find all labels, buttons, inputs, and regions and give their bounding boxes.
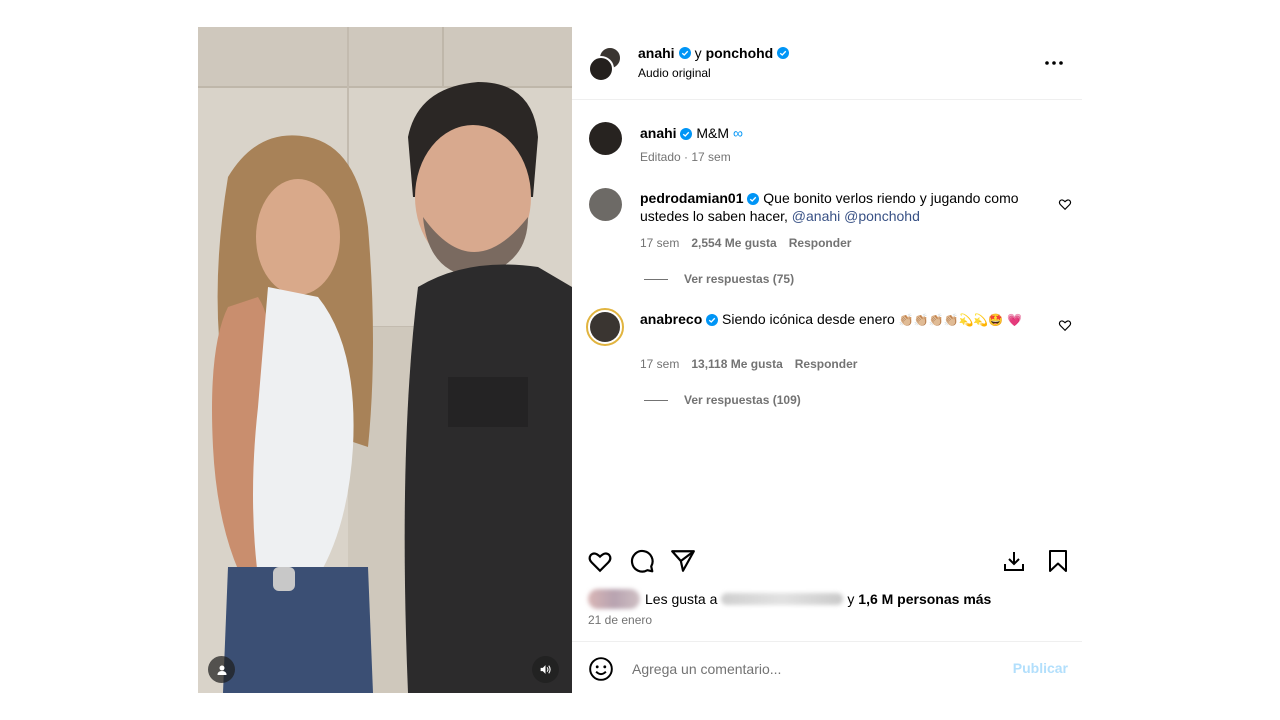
download-button[interactable] (1000, 547, 1028, 575)
emoji-picker-icon[interactable] (588, 656, 614, 682)
save-button[interactable] (1044, 547, 1072, 575)
reply-button[interactable]: Responder (789, 236, 852, 250)
username-link[interactable]: anahi (638, 45, 675, 61)
infinity-emoji: ∞ (733, 125, 744, 141)
likes-suffix: y (847, 591, 855, 607)
view-replies-button[interactable]: Ver respuestas (75) (644, 272, 794, 286)
add-comment-bar: Publicar (572, 641, 1082, 693)
comment-text: pedrodamian01 Que bonito verlos riendo y… (640, 189, 1030, 225)
verified-badge-icon (747, 193, 760, 206)
view-replies-button[interactable]: Ver respuestas (109) (644, 393, 801, 407)
liker-name-blurred (721, 593, 844, 605)
download-icon (1004, 552, 1024, 571)
view-replies-label: Ver respuestas (75) (684, 272, 795, 286)
avatar[interactable] (589, 122, 622, 155)
username-link[interactable]: pedrodamian01 (640, 190, 743, 206)
divider-line (644, 278, 668, 280)
tagged-user-button[interactable] (208, 656, 235, 683)
audio-link[interactable]: Audio original (638, 66, 711, 80)
likes-prefix: Les gusta a (645, 591, 718, 607)
post-image (198, 27, 572, 693)
avatar[interactable] (589, 188, 622, 221)
username-link[interactable]: anahi (640, 125, 677, 141)
view-replies-label: Ver respuestas (109) (684, 393, 801, 407)
bookmark-icon (1049, 550, 1067, 572)
mention-links[interactable]: @anahi @ponchohd (792, 208, 920, 224)
comment-emojis: 👏🏼👏🏼👏🏼👏🏼💫💫🤩 (898, 313, 1004, 327)
avatar[interactable] (586, 308, 624, 346)
verified-badge-icon (777, 47, 790, 59)
comment-time: 17 sem (640, 357, 680, 371)
heart-icon (588, 552, 612, 573)
verified-badge-icon (678, 47, 691, 59)
likes-count[interactable]: 1,6 M personas más (858, 591, 991, 607)
divider-line (644, 399, 668, 401)
comment-likes[interactable]: 13,118 Me gusta (691, 357, 782, 371)
verified-badge-icon (680, 128, 693, 141)
more-options-button[interactable] (1042, 51, 1066, 75)
like-button[interactable] (586, 547, 614, 575)
mute-toggle-button[interactable] (532, 656, 559, 683)
comment-bubble-icon (630, 549, 654, 573)
username-link[interactable]: ponchohd (706, 45, 774, 61)
connector-text: y (694, 45, 702, 61)
avatar (588, 56, 614, 82)
post-header: anahi y ponchohd Audio original (572, 27, 1082, 100)
reply-button[interactable]: Responder (795, 357, 858, 371)
post-media[interactable] (198, 27, 572, 693)
like-comment-heart-icon[interactable] (1058, 197, 1072, 211)
comment-text: anabreco Siendo icónica desde enero 👏🏼👏🏼… (640, 310, 1030, 329)
post-actions (572, 543, 1082, 583)
likes-summary[interactable]: Les gusta a y 1,6 M personas más (588, 588, 991, 610)
comment-time: 17 sem (640, 236, 680, 250)
liker-avatars (588, 589, 640, 609)
post-date: 21 de enero (588, 613, 653, 627)
publish-button[interactable]: Publicar (1013, 660, 1068, 676)
paper-plane-icon (671, 550, 695, 572)
caption-text: anahi M&M ∞ (640, 124, 1030, 142)
caption-meta: Editado · 17 sem (640, 150, 731, 164)
comment-body: Siendo icónica desde enero (722, 311, 895, 327)
comment-meta: 17 sem 13,118 Me gusta Responder (640, 357, 857, 371)
like-comment-heart-icon[interactable] (1058, 318, 1072, 332)
comment-emojis-2: 💗 (1007, 313, 1023, 327)
share-button[interactable] (669, 547, 697, 575)
more-horizontal-icon (1045, 61, 1063, 65)
user-icon (217, 665, 226, 675)
comment-meta: 17 sem 2,554 Me gusta Responder (640, 236, 851, 250)
post-side-panel: anahi y ponchohd Audio original anahi M&… (572, 27, 1082, 693)
caption-body: M&M (696, 125, 730, 141)
comment-button[interactable] (628, 547, 656, 575)
speaker-icon (540, 665, 551, 674)
comment-likes[interactable]: 2,554 Me gusta (691, 236, 776, 250)
username-link[interactable]: anabreco (640, 311, 702, 327)
comment-input[interactable] (630, 658, 960, 680)
collab-names: anahi y ponchohd (638, 45, 790, 61)
collab-avatars[interactable] (588, 46, 624, 82)
verified-badge-icon (706, 314, 719, 327)
